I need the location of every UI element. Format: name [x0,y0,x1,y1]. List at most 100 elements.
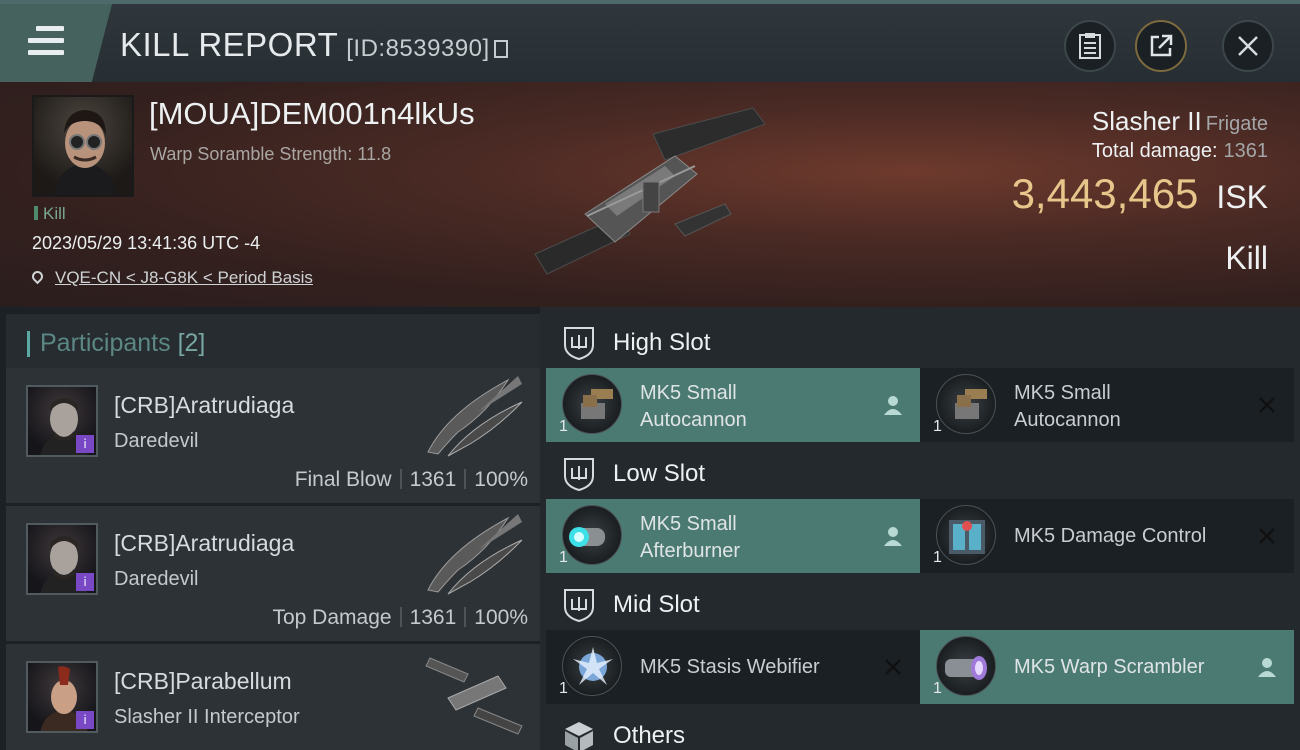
victim-name[interactable]: [MOUA]DEM001n4lkUs [149,96,475,132]
participants-title: Participants [40,329,171,357]
close-button[interactable] [1222,20,1274,72]
module-name-line1: MK5 Small [1014,382,1111,404]
participant-card[interactable]: i [CRB]Aratrudiaga Daredevil Top Damage 1… [6,506,540,641]
participant-card[interactable]: i [CRB]Aratrudiaga Daredevil Final Blow 1… [6,368,540,503]
participant-badge-icon: i [76,435,94,453]
destroyed-x-icon [1259,397,1275,413]
others-slot-title: Others [613,722,686,749]
module-item[interactable]: 1 MK5 Small Afterburner [546,499,920,573]
autocannon-icon [562,374,622,434]
share-button[interactable] [1135,20,1187,72]
module-item[interactable]: 1 MK5 Damage Control [920,499,1294,573]
participant-role: Final Blow [294,468,392,491]
copy-icon[interactable] [493,40,508,58]
ship-category: Frigate [1205,113,1268,135]
mid-slot-title: Mid Slot [613,591,700,618]
others-slot-header: Others [540,704,1300,750]
participant-ship: Daredevil [114,430,199,452]
module-name-line2: Autocannon [640,409,747,431]
module-quantity: 1 [559,418,568,435]
participant-damage: 1361 [409,606,457,629]
module-quantity: 1 [933,680,942,697]
high-slot-header: High Slot [540,311,1300,371]
participant-avatar[interactable]: i [26,385,98,457]
module-quantity: 1 [933,549,942,566]
participant-stats: Final Blow 1361 100% [295,468,528,492]
destroyed-x-icon [885,659,901,675]
module-name: MK5 Stasis Webifier [640,656,820,678]
module-item[interactable]: 1 MK5 Warp Scrambler [920,630,1294,704]
report-id: [ID:8539390] [346,35,490,62]
module-item[interactable]: 1 MK5 Small Autocannon [546,368,920,442]
total-damage-label: Total damage: [1091,140,1218,162]
location-link[interactable]: VQE-CN < J8-G8K < Period Basis [29,268,313,288]
victim-ship-image [534,107,766,275]
module-quantity: 1 [933,418,942,435]
autocannon-icon [936,374,996,434]
clipboard-icon [1079,33,1101,59]
victim-subtitle: Warp Soramble Strength: 11.8 [150,144,392,164]
page-title: KILL REPORT [ID:8539390] [120,26,508,64]
low-slot-header: Low Slot [540,442,1300,502]
shield-icon [564,589,594,623]
fitted-person-icon [1258,658,1276,677]
participants-count: [2] [177,329,206,357]
participant-stats: Top Damage 1361 100% [272,606,528,630]
participant-ship: Daredevil [114,568,199,590]
cube-icon [565,722,593,750]
participants-header: Participants [2] [6,314,540,368]
victim-panel: [MOUA]DEM001n4lkUs Warp Soramble Strengt… [0,82,1300,307]
ship-name: Slasher II [1091,106,1202,136]
module-name: MK5 Warp Scrambler [1014,656,1205,678]
participant-name: [CRB]Aratrudiaga [114,392,295,418]
participant-avatar[interactable]: i [26,523,98,595]
kill-result: Kill [1225,240,1268,276]
participant-damage: 1361 [409,468,457,491]
location-text: VQE-CN < J8-G8K < Period Basis [55,268,313,287]
fitting-panel: High Slot 1 MK5 Small Autocannon 1 MK5 Sm… [540,307,1300,750]
mid-slot-header: Mid Slot [540,573,1300,633]
participants-panel: Participants [2] i [CRB]Aratrudiaga Dare… [0,307,540,750]
participant-ship: Slasher II Interceptor [114,706,300,728]
low-slot-title: Low Slot [613,460,706,487]
participant-badge-icon: i [76,573,94,591]
participant-card[interactable]: i [CRB]Parabellum Slasher II Interceptor [6,644,540,750]
module-name-line2: Afterburner [640,540,741,562]
module-name-line1: MK5 Small [640,513,737,535]
share-icon [1150,34,1173,57]
destroyed-x-icon [1259,528,1275,544]
isk-amount: 3,443,465 [1011,170,1199,217]
shield-icon [564,458,594,492]
module-name: MK5 Small Autocannon [640,380,860,434]
report-button[interactable] [1064,20,1116,72]
participant-name: [CRB]Aratrudiaga [114,530,295,556]
location-pin-icon [29,268,46,285]
module-quantity: 1 [559,680,568,697]
module-name: MK5 Damage Control [1014,525,1207,547]
module-name: MK5 Small Afterburner [640,511,860,565]
menu-button[interactable] [0,4,112,82]
header-bar: KILL REPORT [ID:8539390] [0,0,1300,82]
participant-ship-image [425,657,523,735]
participant-ship-image [427,514,523,595]
module-name: MK5 Small Autocannon [1014,380,1234,434]
page-title-text: KILL REPORT [120,26,339,63]
participant-avatar[interactable]: i [26,661,98,733]
damage-control-icon [936,505,996,565]
victim-portrait[interactable] [32,95,134,197]
warp-scrambler-icon [936,636,996,696]
fitted-person-icon [884,396,902,415]
isk-value: 3,443,465 ISK [1012,170,1268,218]
total-damage-value: 1361 [1223,140,1269,162]
victim-ship-class[interactable]: Slasher II Frigate [1092,106,1268,137]
total-damage: Total damage: 1361 [1092,140,1268,163]
module-name-line1: MK5 Small [640,382,737,404]
participant-percent: 100% [474,468,528,491]
participant-ship-image [427,376,523,457]
module-item[interactable]: 1 MK5 Stasis Webifier [546,630,920,704]
module-item[interactable]: 1 MK5 Small Autocannon [920,368,1294,442]
close-icon [1238,36,1258,56]
fitted-person-icon [884,527,902,546]
stasis-webifier-icon [562,636,622,696]
menu-icon [28,26,64,56]
